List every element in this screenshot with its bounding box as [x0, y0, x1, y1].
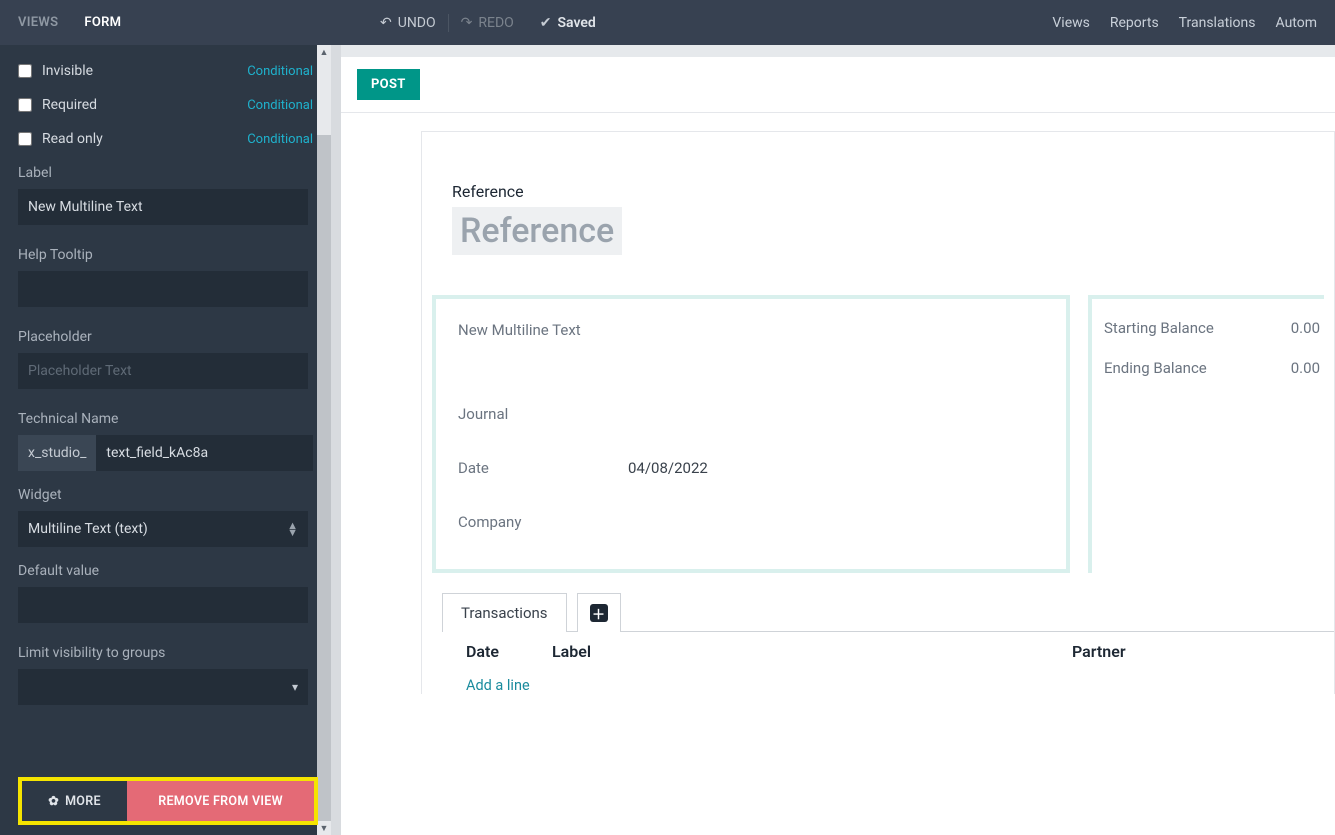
more-label: MORE [65, 794, 101, 809]
redo-label: REDO [478, 15, 513, 31]
tabs: Transactions ＋ Date Label Partner Add a … [442, 593, 1334, 694]
technical-name-input[interactable] [96, 435, 313, 471]
form-right-panel: Starting Balance 0.00 Ending Balance 0.00 [1088, 295, 1324, 573]
sidebar-scrollbar[interactable]: ▲ ▼ [317, 45, 331, 835]
mode-tabs: VIEWS FORM [18, 15, 133, 30]
scroll-down-icon[interactable]: ▼ [317, 821, 331, 835]
reference-label: Reference [452, 182, 1334, 201]
required-conditional-link[interactable]: Conditional [247, 98, 313, 113]
undo-label: UNDO [398, 15, 436, 31]
widget-value: Multiline Text (text) [28, 521, 148, 537]
technical-name-title: Technical Name [18, 411, 313, 427]
label-input[interactable] [18, 189, 308, 225]
new-multiline-label[interactable]: New Multiline Text [458, 321, 581, 339]
check-icon: ✔ [540, 15, 552, 31]
scroll-thumb[interactable] [317, 135, 331, 835]
readonly-label: Read only [42, 131, 103, 147]
required-checkbox[interactable] [18, 98, 32, 112]
ending-balance-value[interactable]: 0.00 [1291, 359, 1320, 377]
saved-label: Saved [558, 15, 596, 31]
add-tab-button[interactable]: ＋ [577, 593, 621, 632]
undo-button[interactable]: ↶ UNDO [370, 11, 446, 35]
plus-icon: ＋ [590, 604, 608, 622]
scroll-up-icon[interactable]: ▲ [317, 45, 331, 59]
col-partner: Partner [1072, 642, 1222, 661]
groups-title: Limit visibility to groups [18, 645, 313, 661]
help-title: Help Tooltip [18, 247, 313, 263]
top-toolbar: VIEWS FORM ↶ UNDO ↷ REDO ✔ Saved Views R… [0, 0, 1335, 45]
preview-toolbar: POST [341, 57, 1335, 113]
form-card: Reference Reference New Multiline Text J… [421, 131, 1335, 694]
col-date: Date [442, 642, 552, 661]
nav-automations[interactable]: Autom [1276, 15, 1317, 31]
reference-value[interactable]: Reference [452, 207, 622, 255]
redo-icon: ↷ [461, 15, 473, 31]
sidebar-action-bar: ✿ MORE REMOVE FROM VIEW [18, 777, 318, 825]
invisible-checkbox[interactable] [18, 64, 32, 78]
invisible-label: Invisible [42, 63, 93, 79]
starting-balance-value[interactable]: 0.00 [1291, 319, 1320, 337]
col-label: Label [552, 642, 1072, 661]
more-button[interactable]: ✿ MORE [22, 781, 127, 821]
widget-select[interactable]: Multiline Text (text) ▲▼ [18, 511, 308, 547]
nav-translations[interactable]: Translations [1179, 15, 1256, 31]
remove-from-view-button[interactable]: REMOVE FROM VIEW [127, 781, 314, 821]
journal-label: Journal [458, 405, 628, 423]
placeholder-input[interactable] [18, 353, 308, 389]
ending-balance-label: Ending Balance [1104, 359, 1207, 377]
groups-select[interactable]: ▾ [18, 669, 308, 705]
default-input[interactable] [18, 587, 308, 623]
date-value[interactable]: 04/08/2022 [628, 459, 708, 477]
technical-name-prefix: x_studio_ [18, 435, 96, 471]
readonly-conditional-link[interactable]: Conditional [247, 132, 313, 147]
chevron-updown-icon: ▲▼ [287, 522, 298, 536]
history-controls: ↶ UNDO ↷ REDO ✔ Saved [370, 11, 606, 35]
top-nav-right: Views Reports Translations Autom [1052, 15, 1317, 31]
default-title: Default value [18, 563, 313, 579]
tab-form[interactable]: FORM [84, 15, 121, 30]
redo-button[interactable]: ↷ REDO [451, 11, 524, 35]
placeholder-title: Placeholder [18, 329, 313, 345]
nav-reports[interactable]: Reports [1110, 15, 1159, 31]
properties-sidebar: ▲ ▼ Invisible Conditional Required Condi… [0, 45, 331, 835]
form-preview: POST Reference Reference New Multiline T… [331, 45, 1335, 835]
undo-icon: ↶ [380, 15, 392, 31]
nav-views[interactable]: Views [1052, 15, 1090, 31]
chevron-down-icon: ▾ [292, 680, 298, 694]
add-line-link[interactable]: Add a line [442, 671, 1334, 694]
company-label: Company [458, 513, 628, 531]
tab-views[interactable]: VIEWS [18, 15, 58, 30]
form-left-panel: New Multiline Text Journal Date04/08/202… [432, 295, 1070, 573]
post-button[interactable]: POST [357, 69, 420, 100]
separator [448, 14, 449, 32]
required-label: Required [42, 97, 97, 113]
grid-header: Date Label Partner [442, 631, 1334, 671]
invisible-conditional-link[interactable]: Conditional [247, 64, 313, 79]
widget-title: Widget [18, 487, 313, 503]
preview-scrim [341, 45, 1335, 57]
date-label: Date [458, 459, 628, 477]
starting-balance-label: Starting Balance [1104, 319, 1214, 337]
help-input[interactable] [18, 271, 308, 307]
tab-transactions[interactable]: Transactions [442, 593, 567, 632]
label-title: Label [18, 165, 313, 181]
gear-icon: ✿ [48, 793, 59, 809]
saved-indicator: ✔ Saved [530, 11, 606, 35]
readonly-checkbox[interactable] [18, 132, 32, 146]
